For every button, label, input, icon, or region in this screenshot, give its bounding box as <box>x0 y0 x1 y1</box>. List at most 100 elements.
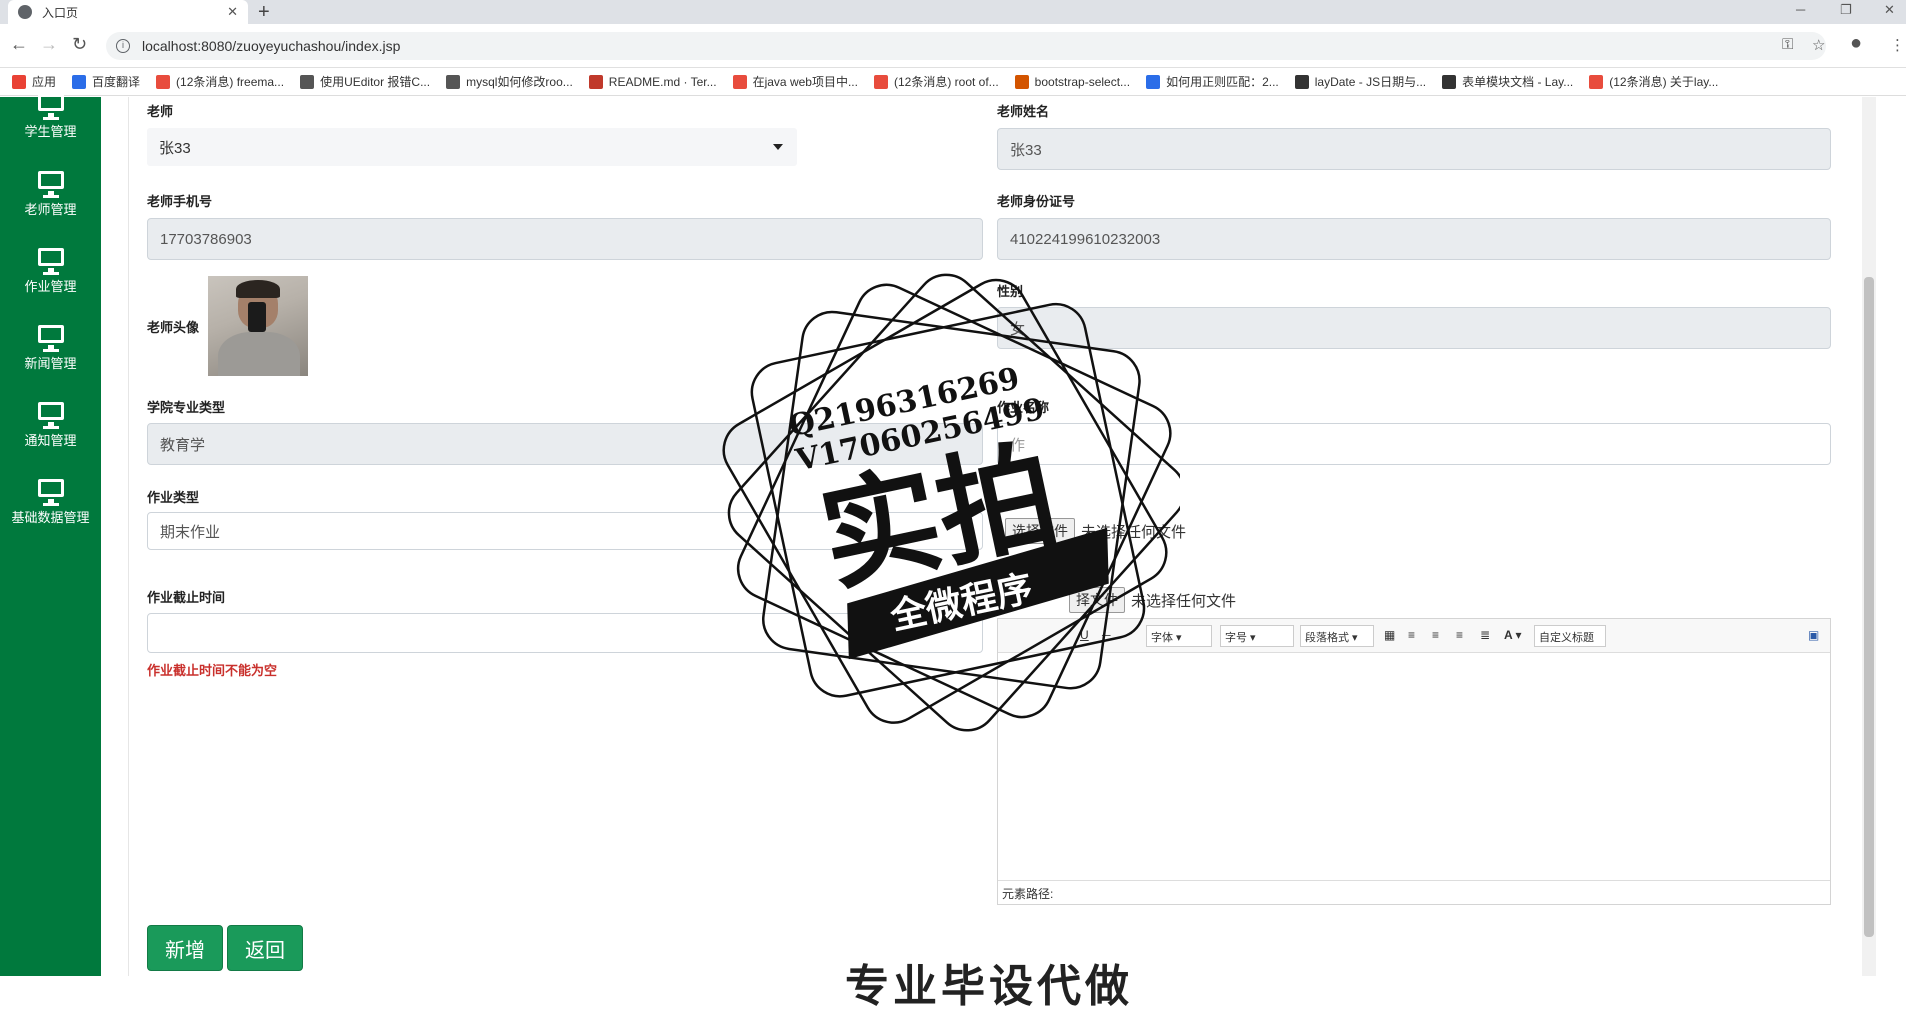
key-icon[interactable]: ⚿ <box>1782 36 1793 53</box>
restore-icon[interactable]: ❐ <box>1840 2 1852 18</box>
editor-toolbar: U ─ 字体 ▾ 字号 ▾ 段落格式 ▾ ▦ ≡ ≡ ≡ ≣ A ▾ 自定义标题… <box>998 619 1830 653</box>
file-upload-2: 择文件 未选择任何文件 <box>1069 587 1236 613</box>
file-upload-1: 选择文件 未选择任何文件 <box>1005 518 1186 544</box>
monitor-icon <box>37 171 64 198</box>
bookmark-item[interactable]: mysql如何修改roo... <box>446 73 573 90</box>
underline-icon[interactable]: U <box>1080 628 1089 642</box>
teacher-name-label: 老师姓名 <box>997 104 1050 119</box>
align-left-icon[interactable]: ≡ <box>1408 628 1415 642</box>
align-center-icon[interactable]: ≡ <box>1432 628 1439 642</box>
major-label: 学院专业类型 <box>147 400 226 415</box>
bookmark-item[interactable]: (12条消息) freema... <box>156 73 284 90</box>
bookmark-label: 使用UEditor 报错C... <box>320 75 431 89</box>
sidebar-item-news[interactable]: 新闻管理 <box>0 325 101 397</box>
bookmark-label: (12条消息) 关于lay... <box>1609 75 1719 89</box>
forward-icon[interactable]: → <box>40 34 58 55</box>
deadline-label: 作业截止时间 <box>147 590 226 605</box>
table-icon[interactable]: ▦ <box>1384 628 1395 642</box>
font-select[interactable]: 字体 ▾ <box>1146 625 1212 647</box>
sidebar-item-notices[interactable]: 通知管理 <box>0 402 101 474</box>
back-button[interactable]: 返回 <box>227 925 303 971</box>
hw-name-placeholder: 作 <box>1010 436 1026 454</box>
bookmark-item[interactable]: 表单模块文档 - Lay... <box>1442 73 1573 90</box>
custom-title-select[interactable]: 自定义标题 <box>1534 625 1606 647</box>
bookmark-item[interactable]: 在java web项目中... <box>732 73 858 90</box>
bookmark-item[interactable]: (12条消息) root of... <box>873 73 999 90</box>
teacher-name-field[interactable]: 张33 <box>997 128 1831 170</box>
bookmark-label: README.md · Ter... <box>608 74 717 89</box>
strikethrough-icon[interactable]: ─ <box>1102 628 1111 642</box>
hw-name-input[interactable]: 作 <box>997 423 1831 465</box>
rich-text-editor[interactable]: U ─ 字体 ▾ 字号 ▾ 段落格式 ▾ ▦ ≡ ≡ ≡ ≣ A ▾ 自定义标题… <box>997 618 1831 905</box>
bookmark-favicon-icon <box>156 74 171 89</box>
major-field[interactable]: 教育学 <box>147 423 983 465</box>
deadline-error: 作业截止时间不能为空 <box>147 663 278 678</box>
tab-active[interactable]: 入口页 ✕ <box>8 0 248 24</box>
sidebar-item-homework[interactable]: 作业管理 <box>0 248 101 320</box>
bookmark-item[interactable]: bootstrap-select... <box>1014 74 1130 89</box>
sidebar-item-label: 学生管理 <box>24 124 77 139</box>
hw-type-select[interactable]: 期末作业 <box>147 512 983 550</box>
size-select-label: 字号 <box>1225 632 1247 644</box>
monitor-icon <box>37 93 64 120</box>
url-field[interactable]: i localhost:8080/zuoyeyuchashou/index.js… <box>106 32 1826 60</box>
reload-icon[interactable]: ↻ <box>72 34 87 55</box>
sidebar-item-label: 老师管理 <box>24 202 77 217</box>
minimize-icon[interactable]: ─ <box>1796 2 1805 17</box>
bookmark-item[interactable]: (12条消息) 关于lay... <box>1589 73 1718 90</box>
teacher-select[interactable]: 张33 <box>147 128 797 166</box>
deadline-input[interactable] <box>147 613 983 653</box>
choose-file-button[interactable]: 择文件 <box>1069 587 1125 613</box>
bookmark-favicon-icon <box>12 74 26 89</box>
add-button[interactable]: 新增 <box>147 925 223 971</box>
bookmark-item[interactable]: 使用UEditor 报错C... <box>300 73 430 90</box>
scrollbar[interactable] <box>1862 97 1876 976</box>
bookmark-label: 在java web项目中... <box>752 75 858 89</box>
sidebar-item-students[interactable]: 学生管理 <box>0 93 101 165</box>
justify-icon[interactable]: ≣ <box>1480 628 1490 642</box>
gender-field[interactable]: 女 <box>997 307 1831 349</box>
caret-down-icon <box>773 144 783 150</box>
bookmark-label: 百度翻译 <box>92 75 141 89</box>
star-icon[interactable]: ☆ <box>1812 36 1825 54</box>
bookmark-label: 应用 <box>32 75 57 89</box>
editor-element-path: 元素路径: <box>998 880 1830 904</box>
address-bar: ← → ↻ i localhost:8080/zuoyeyuchashou/in… <box>0 24 1906 68</box>
phone-field[interactable]: 17703786903 <box>147 218 983 260</box>
bookmark-favicon-icon <box>1442 74 1457 89</box>
back-icon[interactable]: ← <box>10 34 28 55</box>
bookmark-apps[interactable]: 应用 <box>12 73 56 90</box>
bookmark-favicon-icon <box>300 74 315 89</box>
bookmark-favicon-icon <box>446 74 461 89</box>
bookmark-item[interactable]: README.md · Ter... <box>588 74 717 89</box>
close-icon[interactable]: ✕ <box>227 4 238 20</box>
fullscreen-icon[interactable]: ▣ <box>1808 628 1819 642</box>
scrollbar-thumb[interactable] <box>1864 277 1874 937</box>
gender-value: 女 <box>1010 320 1026 338</box>
idcard-field[interactable]: 410224199610232003 <box>997 218 1831 260</box>
new-tab-button[interactable]: + <box>258 1 270 24</box>
menu-icon[interactable]: ⋮ <box>1890 36 1905 54</box>
window-close-icon[interactable]: ✕ <box>1884 2 1895 18</box>
phone-label: 老师手机号 <box>147 194 213 209</box>
globe-icon <box>18 5 32 19</box>
bookmark-item[interactable]: 如何用正则匹配：2... <box>1146 73 1279 90</box>
info-icon[interactable]: i <box>116 39 130 53</box>
bookmark-label: mysql如何修改roo... <box>466 75 573 89</box>
bookmark-favicon-icon <box>1589 74 1604 89</box>
size-select[interactable]: 字号 ▾ <box>1220 625 1294 647</box>
bookmark-favicon-icon <box>732 74 747 89</box>
paragraph-select[interactable]: 段落格式 ▾ <box>1300 625 1374 647</box>
sidebar-item-teachers[interactable]: 老师管理 <box>0 171 101 243</box>
sidebar-item-basic-data[interactable]: 基础数据管理 <box>0 479 101 551</box>
teacher-select-value: 张33 <box>159 139 191 157</box>
bookmark-item[interactable]: 百度翻译 <box>72 73 140 90</box>
choose-file-button[interactable]: 选择文件 <box>1005 518 1075 544</box>
font-color-icon[interactable]: A ▾ <box>1504 628 1522 642</box>
tab-title: 入口页 <box>42 5 79 20</box>
bookmark-item[interactable]: layDate - JS日期与... <box>1294 73 1426 90</box>
align-right-icon[interactable]: ≡ <box>1456 628 1463 642</box>
bookmark-label: (12条消息) freema... <box>176 75 285 89</box>
profile-icon[interactable]: ● <box>1850 32 1862 55</box>
tab-bar: 入口页 ✕ + ─ ❐ ✕ <box>0 0 1906 24</box>
